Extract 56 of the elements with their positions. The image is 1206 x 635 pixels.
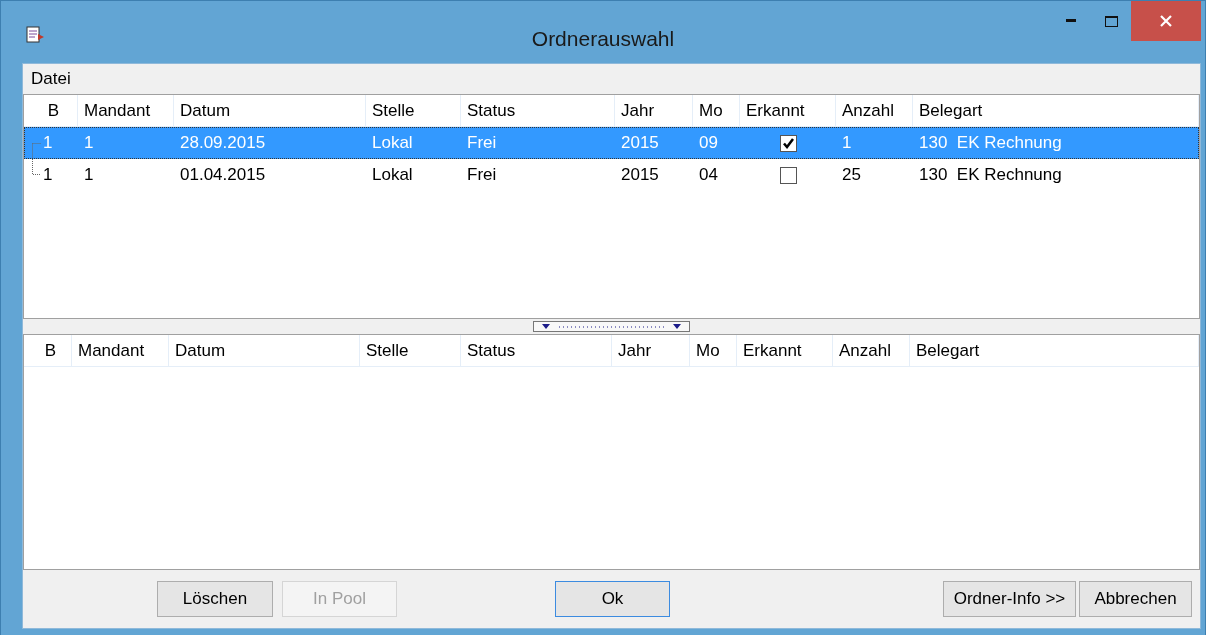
column-header[interactable]: Belegart bbox=[910, 335, 1199, 366]
checkbox[interactable] bbox=[779, 134, 797, 152]
table-cell-text: 1 bbox=[84, 164, 94, 187]
minimize-icon bbox=[1066, 19, 1076, 23]
table-cell-text: 130 EK Rechnung bbox=[919, 164, 1062, 187]
splitter-handle[interactable] bbox=[533, 321, 690, 332]
table-cell-text: Frei bbox=[467, 164, 497, 187]
tree-line-icon bbox=[32, 143, 41, 159]
table-cell-text: 04 bbox=[699, 164, 718, 187]
dialog-button[interactable]: Ok bbox=[555, 581, 670, 617]
column-header[interactable]: Mandant bbox=[72, 335, 169, 366]
table-cell-text: 09 bbox=[699, 132, 718, 155]
column-header[interactable]: Anzahl bbox=[836, 95, 913, 126]
splitter-arrows-icon bbox=[539, 323, 684, 330]
column-header[interactable]: Stelle bbox=[366, 95, 461, 126]
column-header[interactable]: Mo bbox=[693, 95, 740, 126]
table-cell-text: 1 bbox=[43, 164, 53, 187]
table-cell-text: Lokal bbox=[372, 132, 413, 155]
close-icon bbox=[1160, 15, 1172, 27]
column-header[interactable]: Erkannt bbox=[737, 335, 833, 366]
column-header[interactable]: Status bbox=[461, 335, 612, 366]
column-header[interactable]: Jahr bbox=[612, 335, 690, 366]
column-header[interactable]: Stelle bbox=[360, 335, 461, 366]
column-header[interactable]: Datum bbox=[169, 335, 360, 366]
column-header[interactable]: B bbox=[24, 335, 72, 366]
checkmark-icon bbox=[781, 136, 795, 150]
menu-item[interactable]: Datei bbox=[23, 66, 79, 92]
column-header[interactable]: Erkannt bbox=[740, 95, 836, 126]
table-cell-text: 28.09.2015 bbox=[180, 132, 266, 155]
column-header[interactable]: Datum bbox=[174, 95, 366, 126]
table-cell-text: 2015 bbox=[621, 164, 659, 187]
checkbox[interactable] bbox=[779, 166, 797, 184]
column-header[interactable]: Mo bbox=[690, 335, 737, 366]
table-cell-text: 1 bbox=[842, 132, 852, 155]
table-cell-text: 1 bbox=[43, 132, 53, 155]
maximize-icon bbox=[1104, 15, 1118, 27]
column-header[interactable]: B bbox=[24, 95, 78, 126]
table-cell-text: Lokal bbox=[372, 164, 413, 187]
column-header[interactable]: Status bbox=[461, 95, 615, 126]
table-cell-text: 130 EK Rechnung bbox=[919, 132, 1062, 155]
dialog-button[interactable]: Abbrechen bbox=[1079, 581, 1192, 617]
column-header[interactable]: Anzahl bbox=[833, 335, 910, 366]
window-title: Ordnerauswahl bbox=[531, 26, 675, 52]
dialog-button[interactable]: Ordner-Info >> bbox=[943, 581, 1076, 617]
app-icon[interactable] bbox=[25, 25, 45, 45]
column-header[interactable]: Belegart bbox=[913, 95, 1199, 126]
table-cell-text: 01.04.2015 bbox=[180, 164, 266, 187]
table-cell-text: Frei bbox=[467, 132, 497, 155]
dialog-button[interactable]: Löschen bbox=[157, 581, 273, 617]
table-cell-text: 2015 bbox=[621, 132, 659, 155]
table-cell-text: 25 bbox=[842, 164, 861, 187]
column-header[interactable]: Mandant bbox=[78, 95, 174, 126]
table-cell-text: 1 bbox=[84, 132, 94, 155]
tree-line-icon bbox=[32, 159, 41, 175]
column-header[interactable]: Jahr bbox=[615, 95, 693, 126]
table-row[interactable]: 1 1 01.04.2015 Lokal Frei 2015 04 25 130 EK Rechnung bbox=[24, 159, 1199, 191]
